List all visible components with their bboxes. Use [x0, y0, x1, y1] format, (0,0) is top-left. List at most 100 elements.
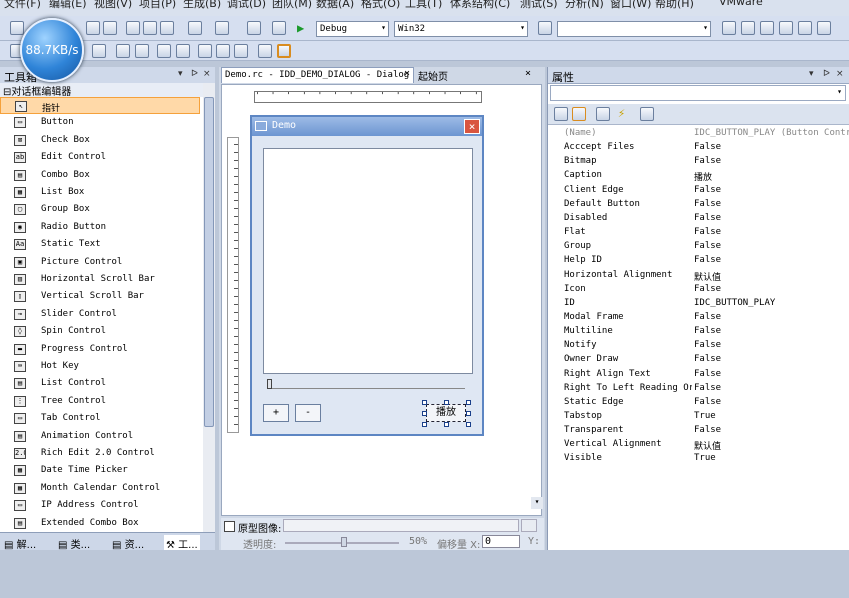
redo-icon[interactable]: [215, 21, 229, 35]
property-value[interactable]: False: [694, 312, 721, 322]
property-row[interactable]: Client Edge False: [562, 184, 848, 198]
dialog-title-bar[interactable]: Demo ×: [252, 117, 482, 136]
property-value[interactable]: False: [694, 354, 721, 364]
events-icon[interactable]: ⚡: [618, 106, 625, 120]
toolbox-item[interactable]: ▭ IP Address Control: [0, 497, 200, 514]
property-row[interactable]: Bitmap False: [562, 155, 848, 169]
toolbox-item[interactable]: ⌨ Hot Key: [0, 358, 200, 375]
resize-handle[interactable]: [422, 400, 427, 405]
center-horizontal-icon[interactable]: [135, 44, 149, 58]
toolbox-item[interactable]: ▤ Extended Combo Box: [0, 515, 200, 532]
property-row[interactable]: Static Edge False: [562, 396, 848, 410]
menu-item[interactable]: 文件(F): [4, 0, 41, 11]
property-pages-icon[interactable]: [640, 107, 654, 121]
resize-handle[interactable]: [422, 422, 427, 427]
configuration-select[interactable]: Debug ▾: [316, 21, 389, 37]
toolbox-item[interactable]: ▭ Button: [0, 114, 200, 131]
properties-window-icon[interactable]: [741, 21, 755, 35]
toolbox-item[interactable]: ▬ Progress Control: [0, 341, 200, 358]
find-in-files-icon[interactable]: [538, 21, 552, 35]
make-same-size-icon[interactable]: [234, 44, 248, 58]
toolbox-item[interactable]: ◊ Spin Control: [0, 323, 200, 340]
prototype-checkbox[interactable]: [224, 521, 235, 532]
make-same-height-icon[interactable]: [216, 44, 230, 58]
resize-handle[interactable]: [444, 400, 449, 405]
toolbox-item[interactable]: ▦ Month Calendar Control: [0, 480, 200, 497]
toolbox-item[interactable]: ▤ List Control: [0, 375, 200, 392]
toolbox-item[interactable]: ab Edit Control: [0, 149, 200, 166]
close-icon[interactable]: ×: [203, 69, 211, 79]
menu-item[interactable]: 测试(S): [520, 0, 558, 11]
property-value[interactable]: 播放: [694, 170, 712, 183]
tab-start-page[interactable]: 起始页: [418, 68, 448, 83]
menu-item[interactable]: 工具(T): [405, 0, 442, 11]
properties-icon[interactable]: [596, 107, 610, 121]
platform-select[interactable]: Win32 ▾: [394, 21, 528, 37]
menu-item[interactable]: 格式(O): [361, 0, 400, 11]
resize-handle[interactable]: [466, 422, 471, 427]
property-row[interactable]: Group False: [562, 240, 848, 254]
toolbox-item[interactable]: ▤ Combo Box: [0, 167, 200, 184]
extension-manager-icon[interactable]: [817, 21, 831, 35]
toolbox-category[interactable]: ⊟对话框编辑器: [0, 83, 203, 98]
property-value[interactable]: False: [694, 425, 721, 435]
toolbox-scrollbar[interactable]: [203, 83, 215, 533]
property-value[interactable]: 默认值: [694, 270, 721, 283]
toolbox-item[interactable]: ◉ Radio Button: [0, 219, 200, 236]
undo-icon[interactable]: [188, 21, 202, 35]
property-row[interactable]: Icon False: [562, 283, 848, 297]
property-value[interactable]: False: [694, 369, 721, 379]
pin-icon[interactable]: ᐅ: [823, 69, 830, 79]
slider-control[interactable]: [267, 379, 465, 389]
toggle-grid-icon[interactable]: [258, 44, 272, 58]
offset-x-field[interactable]: 0: [482, 535, 520, 548]
property-value[interactable]: False: [694, 326, 721, 336]
paste-icon[interactable]: [160, 21, 174, 35]
property-row[interactable]: (Name) IDC_BUTTON_PLAY (Button Control): [562, 127, 849, 141]
navigate-icon[interactable]: [247, 21, 261, 35]
property-row[interactable]: Vertical Alignment 默认值: [562, 438, 848, 452]
toggle-guides-icon[interactable]: [277, 44, 291, 58]
property-value[interactable]: False: [694, 213, 721, 223]
property-row[interactable]: Horizontal Alignment 默认值: [562, 269, 848, 283]
slider-thumb[interactable]: [267, 379, 272, 389]
menu-item[interactable]: 编辑(E): [49, 0, 87, 11]
property-row[interactable]: Notify False: [562, 339, 848, 353]
new-project-icon[interactable]: [10, 21, 24, 35]
solution-explorer-icon[interactable]: [722, 21, 736, 35]
copy-icon[interactable]: [143, 21, 157, 35]
toolbox-item[interactable]: ⊸ Slider Control: [0, 306, 200, 323]
prototype-path-field[interactable]: [283, 519, 519, 532]
property-row[interactable]: Help ID False: [562, 254, 848, 268]
toolbox-window-icon[interactable]: [779, 21, 793, 35]
start-debug-icon[interactable]: ▶: [297, 21, 304, 35]
alphabetical-icon[interactable]: [572, 107, 586, 121]
dialog-close-icon[interactable]: ×: [464, 119, 480, 134]
categorized-icon[interactable]: [554, 107, 568, 121]
property-row[interactable]: Visible True: [562, 452, 848, 466]
property-row[interactable]: Modal Frame False: [562, 311, 848, 325]
property-value[interactable]: False: [694, 199, 721, 209]
property-value[interactable]: False: [694, 142, 721, 152]
menu-item[interactable]: 调试(D): [227, 0, 266, 11]
property-row[interactable]: Multiline False: [562, 325, 848, 339]
toolbox-item[interactable]: ▭ Tab Control: [0, 410, 200, 427]
property-value[interactable]: 默认值: [694, 439, 721, 452]
toolbox-item[interactable]: ⊠ Check Box: [0, 132, 200, 149]
toolbox-item[interactable]: ▦ List Box: [0, 184, 200, 201]
menu-item[interactable]: 生成(B): [183, 0, 221, 11]
close-tab-icon[interactable]: ×: [404, 68, 410, 79]
menu-item[interactable]: VMware: [719, 0, 763, 8]
toolbox-item[interactable]: ⋮ Tree Control: [0, 393, 200, 410]
toolbox-item[interactable]: ↖ 指针: [0, 97, 200, 114]
pin-icon[interactable]: ᐅ: [191, 69, 198, 79]
menu-item[interactable]: 分析(N): [565, 0, 604, 11]
property-row[interactable]: Right To Left Reading OrderFalse: [562, 382, 848, 396]
plus-button[interactable]: +: [263, 404, 289, 422]
object-browser-icon[interactable]: [760, 21, 774, 35]
toolbox-item[interactable]: ▥ Horizontal Scroll Bar: [0, 271, 200, 288]
save-all-icon[interactable]: [103, 21, 117, 35]
center-vertical-icon[interactable]: [116, 44, 130, 58]
cut-icon[interactable]: [126, 21, 140, 35]
property-value[interactable]: True: [694, 453, 716, 463]
